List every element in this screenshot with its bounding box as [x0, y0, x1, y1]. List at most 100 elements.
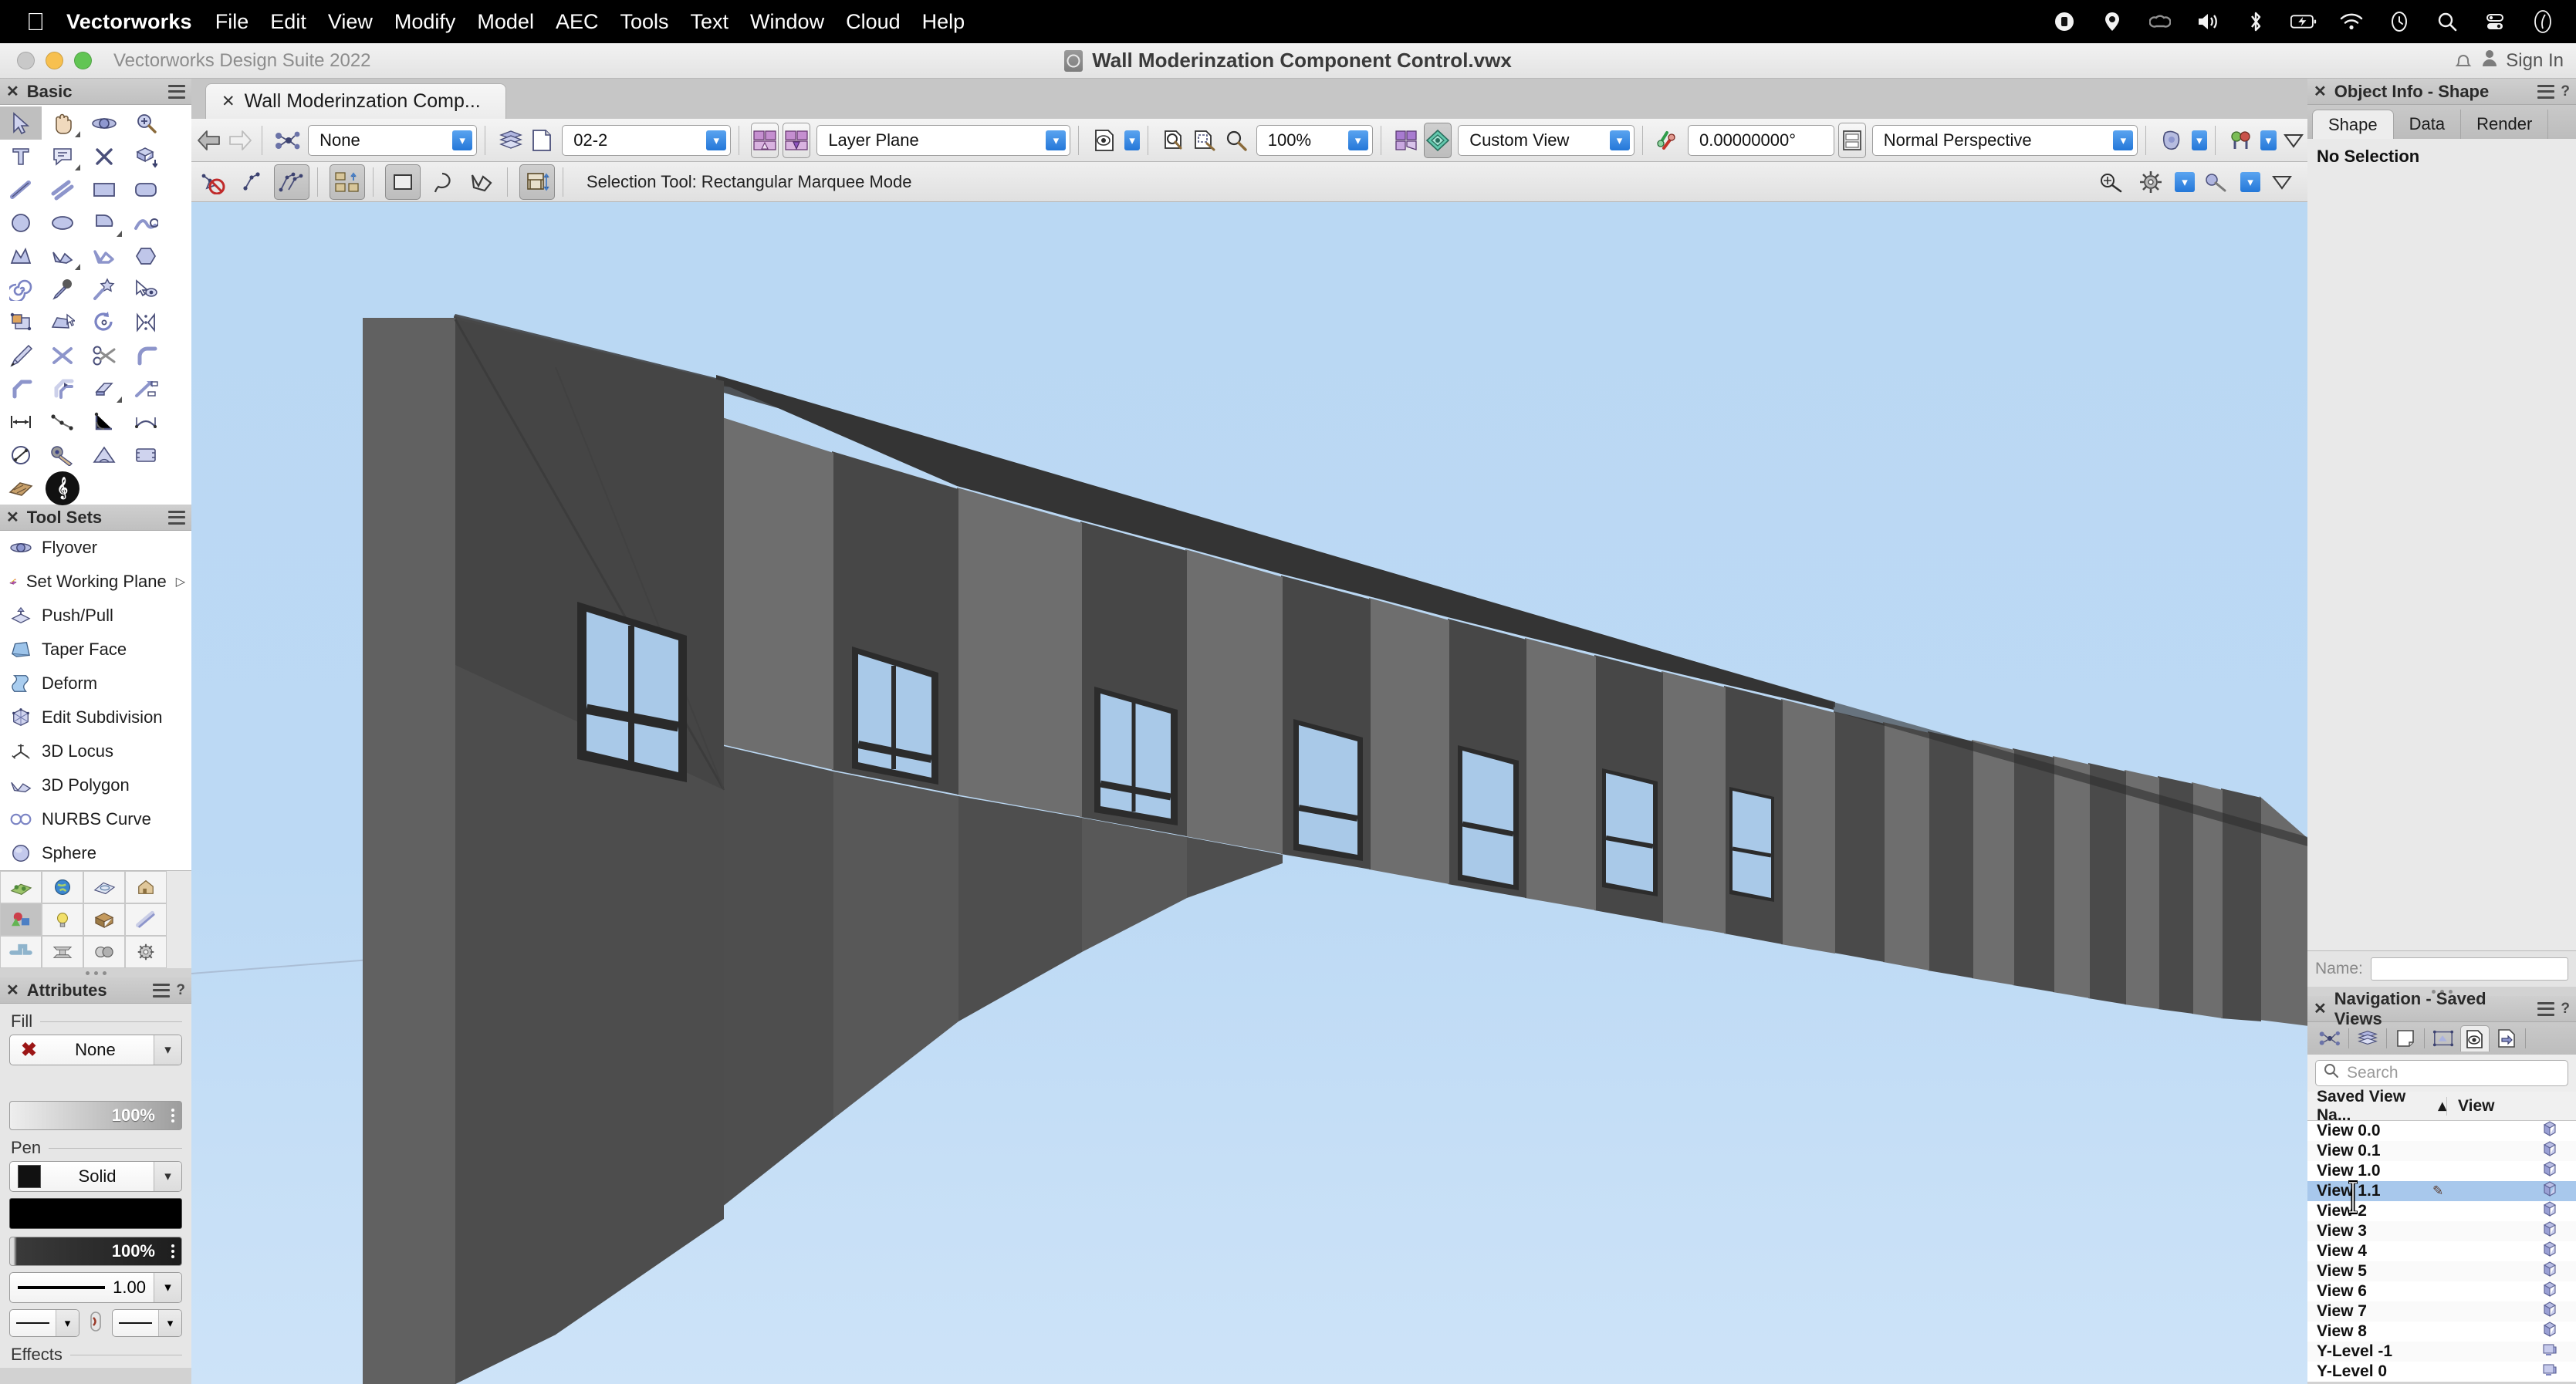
chevron-down-icon[interactable]: ▾	[452, 130, 473, 150]
start-marker-select[interactable]: ▾	[9, 1309, 79, 1337]
pen-color-bar[interactable]	[9, 1198, 182, 1229]
snap-settings-icon[interactable]	[2094, 164, 2129, 200]
volume-icon[interactable]	[2195, 8, 2221, 35]
menu-view[interactable]: View	[328, 10, 373, 34]
rect-marquee-icon[interactable]	[385, 164, 421, 200]
close-tab-icon[interactable]: ✕	[221, 92, 235, 111]
arc-dimension-icon[interactable]	[125, 405, 167, 438]
extrude-icon[interactable]	[125, 140, 167, 173]
3d-modeling-icon[interactable]	[0, 903, 42, 936]
opacity-stepper-icon[interactable]	[171, 1244, 174, 1258]
menu-edit[interactable]: Edit	[270, 10, 306, 34]
selector-key-icon[interactable]	[42, 438, 83, 471]
class-select[interactable]: None ▾	[308, 124, 478, 156]
chevron-down-icon[interactable]: ▾	[1609, 130, 1630, 150]
menu-help[interactable]: Help	[922, 10, 965, 34]
polygon-icon[interactable]	[0, 239, 42, 272]
layer-page-icon[interactable]	[529, 123, 556, 158]
references-icon[interactable]	[2492, 1025, 2521, 1052]
fillet-icon[interactable]	[125, 339, 167, 372]
layer-options-icon[interactable]	[1392, 123, 1420, 158]
wifi-icon[interactable]	[2338, 8, 2365, 35]
interior-elevation-icon[interactable]	[125, 438, 167, 471]
select-similar-icon[interactable]	[125, 272, 167, 305]
pen-style-select[interactable]: Solid ▾	[9, 1161, 182, 1192]
tool-popup-triangle-icon[interactable]	[75, 264, 80, 270]
opacity-stepper-icon[interactable]	[171, 1109, 174, 1122]
attribute-chevron-icon[interactable]: ▾	[2240, 171, 2260, 192]
delete-x-icon[interactable]	[83, 140, 125, 173]
lighting-icon[interactable]	[1654, 123, 1682, 158]
apple-menu-icon[interactable]: 	[26, 9, 45, 34]
machine-design-icon[interactable]	[125, 936, 167, 968]
list-item[interactable]: View 1.0	[2307, 1161, 2576, 1181]
hardscape-icon[interactable]	[0, 471, 42, 505]
sheet-layers-icon[interactable]	[2391, 1025, 2420, 1052]
notification-bell-icon[interactable]	[2453, 51, 2473, 71]
offset-icon[interactable]	[42, 372, 83, 405]
column-saved-view-name[interactable]: Saved View Na... ▴	[2307, 1088, 2446, 1125]
pipes-icon[interactable]	[0, 936, 42, 968]
detailing-icon[interactable]	[83, 936, 125, 968]
tool-set-item-flyover[interactable]: Flyover	[0, 531, 191, 565]
magic-wand-icon[interactable]	[83, 272, 125, 305]
list-item[interactable]: View 7	[2307, 1301, 2576, 1322]
list-item[interactable]: View 0.1	[2307, 1141, 2576, 1161]
class-icon[interactable]	[274, 123, 302, 158]
chevron-right-icon[interactable]: ▷	[176, 574, 185, 589]
pan-hand-icon[interactable]	[42, 106, 83, 140]
time-machine-icon[interactable]	[2386, 8, 2412, 35]
tool-set-item-edit-subdivision[interactable]: Edit Subdivision	[0, 700, 191, 734]
scale-objects-icon[interactable]	[0, 305, 42, 339]
pen-tool-icon[interactable]	[0, 339, 42, 372]
regular-polygon-icon[interactable]	[125, 239, 167, 272]
linear-dimension-icon[interactable]	[0, 405, 42, 438]
palette-menu-icon[interactable]	[168, 510, 185, 525]
tool-set-item-3d-locus[interactable]: 3D Locus	[0, 734, 191, 768]
spline-icon[interactable]	[125, 206, 167, 239]
overflow-chevron-icon[interactable]	[2264, 164, 2300, 200]
eraser-icon[interactable]	[83, 372, 125, 405]
bluetooth-icon[interactable]	[2243, 8, 2269, 35]
help-icon[interactable]: ?	[2561, 1001, 2570, 1018]
list-item[interactable]: View 6	[2307, 1281, 2576, 1301]
tool-popup-triangle-icon[interactable]	[117, 231, 122, 237]
fill-opacity-slider[interactable]: 100%	[9, 1101, 182, 1130]
pen-color-swatch[interactable]	[18, 1165, 41, 1188]
menu-text[interactable]: Text	[691, 10, 729, 34]
palette-menu-icon[interactable]	[153, 983, 171, 997]
tool-set-item-deform[interactable]: Deform	[0, 667, 191, 700]
circle-icon[interactable]	[0, 206, 42, 239]
line-weight-select[interactable]: 1.00 ▾	[9, 1272, 182, 1303]
link-markers-icon[interactable]	[86, 1310, 106, 1337]
building-shell-icon[interactable]	[125, 871, 167, 903]
tool-popup-triangle-icon[interactable]	[117, 397, 122, 403]
pen-opacity-slider[interactable]: 100%	[9, 1237, 182, 1266]
tab-shape[interactable]: Shape	[2312, 110, 2394, 139]
overflow-chevron-icon[interactable]	[2280, 123, 2308, 158]
chain-dimension-icon[interactable]	[42, 405, 83, 438]
protractor-icon[interactable]	[83, 438, 125, 471]
polyline-icon[interactable]	[42, 239, 83, 272]
tool-set-item-nurbs-curve[interactable]: NURBS Curve	[0, 802, 191, 836]
zoom-selection-icon[interactable]	[1191, 123, 1219, 158]
list-item[interactable]: View 3	[2307, 1221, 2576, 1241]
list-item[interactable]: View 8	[2307, 1322, 2576, 1342]
settings-gear-icon[interactable]	[2133, 164, 2169, 200]
callout-icon[interactable]	[42, 140, 83, 173]
chevron-down-icon[interactable]: ▾	[2113, 130, 2134, 150]
design-layers-icon[interactable]	[2353, 1025, 2382, 1052]
lasso-icon[interactable]	[424, 164, 460, 200]
mirror-icon[interactable]	[125, 305, 167, 339]
world-globe-icon[interactable]	[42, 871, 83, 903]
tool-popup-triangle-icon[interactable]	[75, 131, 80, 137]
sort-ascending-icon[interactable]: ▴	[2438, 1096, 2446, 1116]
tool-set-item-taper-face[interactable]: Taper Face	[0, 633, 191, 667]
magnifier-icon[interactable]	[1222, 123, 1250, 158]
render-chevron-icon[interactable]: ▾	[2260, 130, 2277, 150]
settings-chevron-icon[interactable]: ▾	[2175, 171, 2195, 192]
chevron-down-icon[interactable]: ▾	[154, 1162, 181, 1191]
menu-cloud[interactable]: Cloud	[846, 10, 901, 34]
signin-area[interactable]: Sign In	[2453, 49, 2564, 73]
list-item[interactable]: Y-Level -1	[2307, 1342, 2576, 1362]
